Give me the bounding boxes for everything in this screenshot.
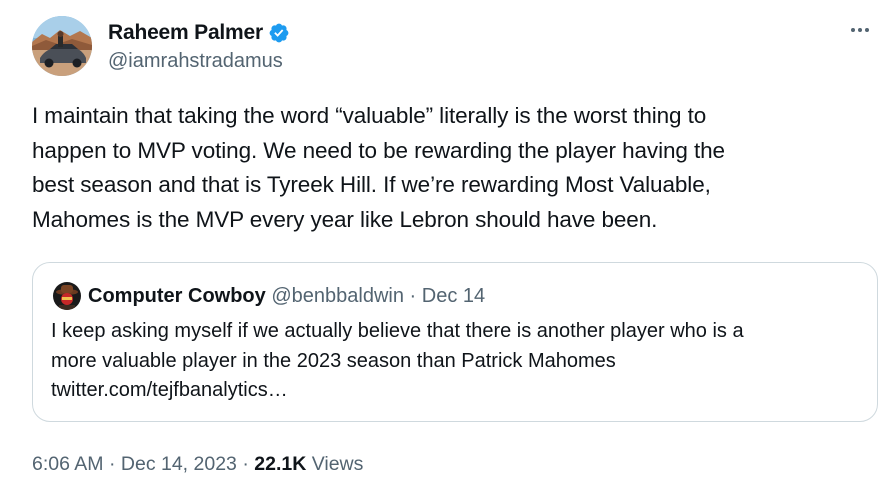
- tweet-text-line: happen to MVP voting. We need to be rewa…: [32, 137, 725, 163]
- quoted-date[interactable]: Dec 14: [422, 285, 485, 307]
- tweet-time[interactable]: 6:06 AM: [32, 453, 104, 475]
- tweet-footer: 6:06 AM · Dec 14, 2023 · 22.1K Views: [32, 450, 363, 478]
- footer-separator: ·: [242, 453, 249, 475]
- more-dot: [851, 28, 855, 32]
- author-display-name[interactable]: Raheem Palmer: [108, 21, 263, 45]
- more-dot: [858, 28, 862, 32]
- tweet-card: Raheem Palmer @iamrahstradamus I maintai…: [0, 0, 896, 490]
- display-name-row: Raheem Palmer: [108, 18, 290, 48]
- quoted-tweet[interactable]: Computer Cowboy @benbbaldwin · Dec 14 I …: [32, 262, 878, 422]
- avatar-photo-icon[interactable]: [32, 16, 92, 76]
- tweet-date[interactable]: Dec 14, 2023: [121, 453, 237, 475]
- more-options-icon[interactable]: [844, 18, 876, 42]
- quoted-link[interactable]: twitter.com/tejfbanalytics…: [51, 376, 866, 406]
- author-handle[interactable]: @iamrahstradamus: [108, 50, 290, 73]
- tweet-text-line: I maintain that taking the word “valuabl…: [32, 103, 707, 128]
- tweet-text: I maintain that taking the word “valuabl…: [32, 99, 872, 237]
- quoted-separator: ·: [409, 285, 417, 307]
- quoted-header: Computer Cowboy @benbbaldwin · Dec 14: [88, 283, 485, 309]
- tweet-text-line: Mahomes is the MVP every year like Lebro…: [32, 206, 658, 232]
- verified-badge-icon[interactable]: [268, 22, 290, 44]
- quoted-text-line: I keep asking myself if we actually beli…: [51, 320, 744, 342]
- quoted-display-name[interactable]: Computer Cowboy: [88, 285, 266, 307]
- quoted-text-line: more valuable player in the 2023 season …: [51, 349, 616, 372]
- quoted-text: I keep asking myself if we actually beli…: [51, 317, 866, 406]
- more-dot: [865, 28, 869, 32]
- quoted-handle[interactable]: @benbbaldwin: [271, 285, 404, 307]
- footer-separator: ·: [108, 453, 116, 475]
- views-label: Views: [311, 453, 364, 475]
- author-header: Raheem Palmer @iamrahstradamus: [108, 18, 290, 73]
- quoted-avatar-icon[interactable]: [53, 282, 81, 310]
- tweet-text-line: best season and that is Tyreek Hill. If …: [32, 172, 711, 197]
- views-count[interactable]: 22.1K: [254, 453, 306, 475]
